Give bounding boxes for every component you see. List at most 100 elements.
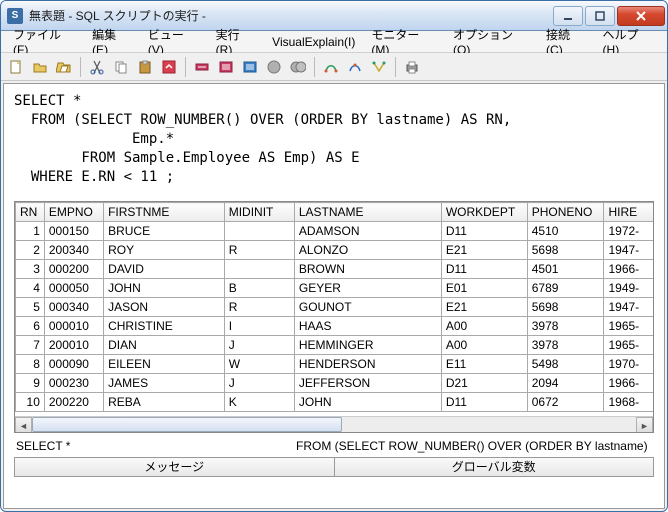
cell-hire[interactable]: 1966- <box>604 260 653 279</box>
cell-dept[interactable]: E01 <box>441 279 527 298</box>
cell-phone[interactable]: 2094 <box>527 374 604 393</box>
cell-mid[interactable]: R <box>224 241 294 260</box>
menu-visualexplain[interactable]: VisualExplain(I) <box>264 33 363 51</box>
cell-last[interactable]: ADAMSON <box>294 222 441 241</box>
col-header-lastname[interactable]: LASTNAME <box>294 203 441 222</box>
cell-hire[interactable]: 1972- <box>604 222 653 241</box>
cell-empno[interactable]: 000050 <box>44 279 103 298</box>
cell-mid[interactable]: J <box>224 374 294 393</box>
cell-dept[interactable]: D21 <box>441 374 527 393</box>
copy-button[interactable] <box>110 56 132 78</box>
tab-messages[interactable]: メッセージ <box>14 457 335 477</box>
col-header-empno[interactable]: EMPNO <box>44 203 103 222</box>
cell-mid[interactable]: K <box>224 393 294 412</box>
tab-globals[interactable]: グローバル変数 <box>335 457 655 477</box>
minimize-button[interactable] <box>553 6 583 26</box>
cell-first[interactable]: JOHN <box>104 279 225 298</box>
cell-rn[interactable]: 5 <box>16 298 45 317</box>
cell-hire[interactable]: 1947- <box>604 298 653 317</box>
table-row[interactable]: 1000150BRUCEADAMSOND1145101972- <box>16 222 654 241</box>
cell-first[interactable]: REBA <box>104 393 225 412</box>
save-button[interactable] <box>53 56 75 78</box>
cell-empno[interactable]: 200010 <box>44 336 103 355</box>
scroll-right-button[interactable]: ► <box>636 417 653 433</box>
cell-first[interactable]: BRUCE <box>104 222 225 241</box>
col-header-phoneno[interactable]: PHONENO <box>527 203 604 222</box>
table-row[interactable]: 2200340ROYRALONZOE2156981947- <box>16 241 654 260</box>
print-button[interactable] <box>401 56 423 78</box>
cell-empno[interactable]: 200340 <box>44 241 103 260</box>
cell-rn[interactable]: 3 <box>16 260 45 279</box>
cell-phone[interactable]: 5698 <box>527 241 604 260</box>
cell-hire[interactable]: 1966- <box>604 374 653 393</box>
col-header-midinit[interactable]: MIDINIT <box>224 203 294 222</box>
cell-phone[interactable]: 6789 <box>527 279 604 298</box>
cell-dept[interactable]: D11 <box>441 260 527 279</box>
table-row[interactable]: 10200220REBAKJOHND1106721968- <box>16 393 654 412</box>
cell-last[interactable]: HENDERSON <box>294 355 441 374</box>
cell-rn[interactable]: 10 <box>16 393 45 412</box>
col-header-firstnme[interactable]: FIRSTNME <box>104 203 225 222</box>
cell-last[interactable]: JOHN <box>294 393 441 412</box>
plan-a-button[interactable] <box>320 56 342 78</box>
cell-hire[interactable]: 1970- <box>604 355 653 374</box>
cell-last[interactable]: ALONZO <box>294 241 441 260</box>
scroll-left-button[interactable]: ◄ <box>15 417 32 433</box>
cell-last[interactable]: HEMMINGER <box>294 336 441 355</box>
cell-mid[interactable]: R <box>224 298 294 317</box>
cell-first[interactable]: EILEEN <box>104 355 225 374</box>
cell-rn[interactable]: 7 <box>16 336 45 355</box>
cell-phone[interactable]: 4510 <box>527 222 604 241</box>
cut-button[interactable] <box>86 56 108 78</box>
cell-empno[interactable]: 200220 <box>44 393 103 412</box>
paste-button[interactable] <box>134 56 156 78</box>
sql-editor[interactable]: SELECT * FROM (SELECT ROW_NUMBER() OVER … <box>4 84 664 195</box>
cell-mid[interactable]: J <box>224 336 294 355</box>
scroll-track[interactable] <box>32 417 636 433</box>
cell-rn[interactable]: 8 <box>16 355 45 374</box>
col-header-rn[interactable]: RN <box>16 203 45 222</box>
cell-phone[interactable]: 3978 <box>527 317 604 336</box>
table-row[interactable]: 3000200DAVIDBROWND1145011966- <box>16 260 654 279</box>
cell-rn[interactable]: 2 <box>16 241 45 260</box>
new-button[interactable] <box>5 56 27 78</box>
plan-b-button[interactable] <box>344 56 366 78</box>
cell-last[interactable]: GOUNOT <box>294 298 441 317</box>
table-row[interactable]: 5000340JASONRGOUNOTE2156981947- <box>16 298 654 317</box>
cell-hire[interactable]: 1968- <box>604 393 653 412</box>
cell-dept[interactable]: E21 <box>441 241 527 260</box>
cell-dept[interactable]: A00 <box>441 336 527 355</box>
cell-rn[interactable]: 4 <box>16 279 45 298</box>
col-header-hire[interactable]: HIRE <box>604 203 653 222</box>
cell-dept[interactable]: D11 <box>441 393 527 412</box>
cell-last[interactable]: JEFFERSON <box>294 374 441 393</box>
cell-dept[interactable]: E11 <box>441 355 527 374</box>
table-row[interactable]: 7200010DIANJHEMMINGERA0039781965- <box>16 336 654 355</box>
table-row[interactable]: 6000010CHRISTINEIHAASA0039781965- <box>16 317 654 336</box>
cell-first[interactable]: DIAN <box>104 336 225 355</box>
cell-dept[interactable]: D11 <box>441 222 527 241</box>
cell-first[interactable]: JAMES <box>104 374 225 393</box>
cell-mid[interactable]: B <box>224 279 294 298</box>
undo-button[interactable] <box>158 56 180 78</box>
table-row[interactable]: 4000050JOHNBGEYERE0167891949- <box>16 279 654 298</box>
cell-phone[interactable]: 4501 <box>527 260 604 279</box>
cell-first[interactable]: JASON <box>104 298 225 317</box>
plan-c-button[interactable] <box>368 56 390 78</box>
cell-first[interactable]: ROY <box>104 241 225 260</box>
cell-dept[interactable]: A00 <box>441 317 527 336</box>
stop-all-button[interactable] <box>287 56 309 78</box>
cell-last[interactable]: BROWN <box>294 260 441 279</box>
run-selection-button[interactable] <box>239 56 261 78</box>
cell-empno[interactable]: 000200 <box>44 260 103 279</box>
cell-hire[interactable]: 1949- <box>604 279 653 298</box>
table-row[interactable]: 8000090EILEENWHENDERSONE1154981970- <box>16 355 654 374</box>
maximize-button[interactable] <box>585 6 615 26</box>
cell-empno[interactable]: 000010 <box>44 317 103 336</box>
results-grid-scroll[interactable]: RN EMPNO FIRSTNME MIDINIT LASTNAME WORKD… <box>15 202 653 416</box>
open-button[interactable] <box>29 56 51 78</box>
cell-last[interactable]: HAAS <box>294 317 441 336</box>
cell-hire[interactable]: 1965- <box>604 317 653 336</box>
cell-mid[interactable] <box>224 222 294 241</box>
cell-hire[interactable]: 1965- <box>604 336 653 355</box>
